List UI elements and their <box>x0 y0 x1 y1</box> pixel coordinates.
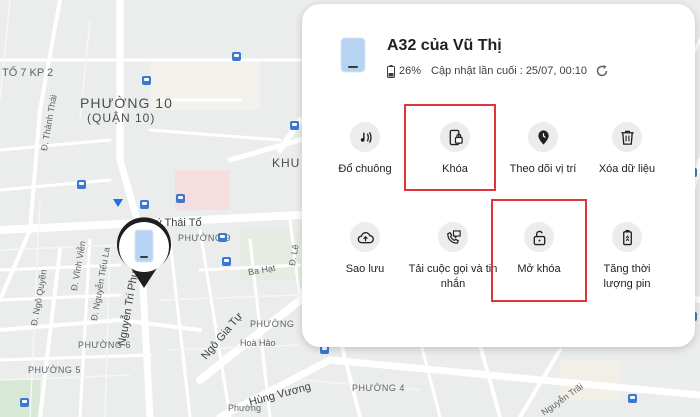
erase-data-button[interactable]: Xóa dữ liệu <box>582 122 672 177</box>
map-label: PHƯỜNG 5 <box>28 365 81 375</box>
backup-label: Sao lưu <box>345 263 385 275</box>
map-label: KHU <box>272 156 301 170</box>
ring-button[interactable]: Đổ chuông <box>320 122 410 177</box>
battery-saver-icon <box>612 222 642 252</box>
location-icon <box>528 122 558 152</box>
extend-battery-button[interactable]: Tăng thời lượng pin <box>582 222 672 292</box>
battery-icon <box>387 64 395 78</box>
device-name: A32 của Vũ Thị <box>387 37 502 54</box>
backup-button[interactable]: Sao lưu <box>320 222 410 277</box>
map-label: Hoà Hảo <box>240 338 276 348</box>
map-label: PHƯỜNG 4 <box>352 383 405 393</box>
map-label: PHƯỜNG <box>250 319 295 329</box>
map-label: PHƯỜNG 10 <box>80 95 173 111</box>
bus-stop-icon[interactable] <box>218 233 227 242</box>
map-label: (QUẬN 10) <box>87 111 156 125</box>
call-message-icon <box>438 222 468 252</box>
ring-label: Đổ chuông <box>338 163 392 175</box>
ring-icon <box>350 122 380 152</box>
track-location-label: Theo dõi vị trí <box>509 163 577 175</box>
battery-level: 26% <box>399 65 422 77</box>
bus-stop-icon[interactable] <box>222 257 231 266</box>
device-location-pin[interactable] <box>113 216 175 290</box>
bus-stop-icon[interactable] <box>142 76 151 85</box>
map-label: TỔ 7 KP 2 <box>2 67 54 79</box>
erase-data-label: Xóa dữ liệu <box>598 163 656 175</box>
cloud-upload-icon <box>350 222 380 252</box>
phone-icon <box>340 37 366 73</box>
bus-stop-icon[interactable] <box>77 180 86 189</box>
download-calls-messages-button[interactable]: Tải cuộc gọi và tin nhắn <box>408 222 498 292</box>
track-location-button[interactable]: Theo dõi vị trí <box>498 122 588 177</box>
bus-stop-icon[interactable] <box>140 200 149 209</box>
device-panel: A32 của Vũ Thị 26% Cập nhật lần cuối : 2… <box>302 4 695 347</box>
trash-icon <box>612 122 642 152</box>
refresh-icon[interactable] <box>595 64 609 78</box>
highlight-unlock <box>491 199 587 302</box>
bus-stop-icon[interactable] <box>20 398 29 407</box>
bus-stop-icon[interactable] <box>232 52 241 61</box>
last-update: Cập nhật lần cuối : 25/07, 00:10 <box>431 65 587 77</box>
device-status: 26% Cập nhật lần cuối : 25/07, 00:10 <box>387 64 609 78</box>
bus-stop-icon[interactable] <box>628 394 637 403</box>
bus-stop-icon[interactable] <box>290 121 299 130</box>
download-calls-messages-label: Tải cuộc gọi và tin nhắn <box>408 263 498 290</box>
bus-stop-icon[interactable] <box>176 194 185 203</box>
highlight-lock <box>404 104 496 191</box>
extend-battery-label: Tăng thời lượng pin <box>603 263 651 290</box>
map-label: PHƯỜNG 6 <box>78 340 131 350</box>
